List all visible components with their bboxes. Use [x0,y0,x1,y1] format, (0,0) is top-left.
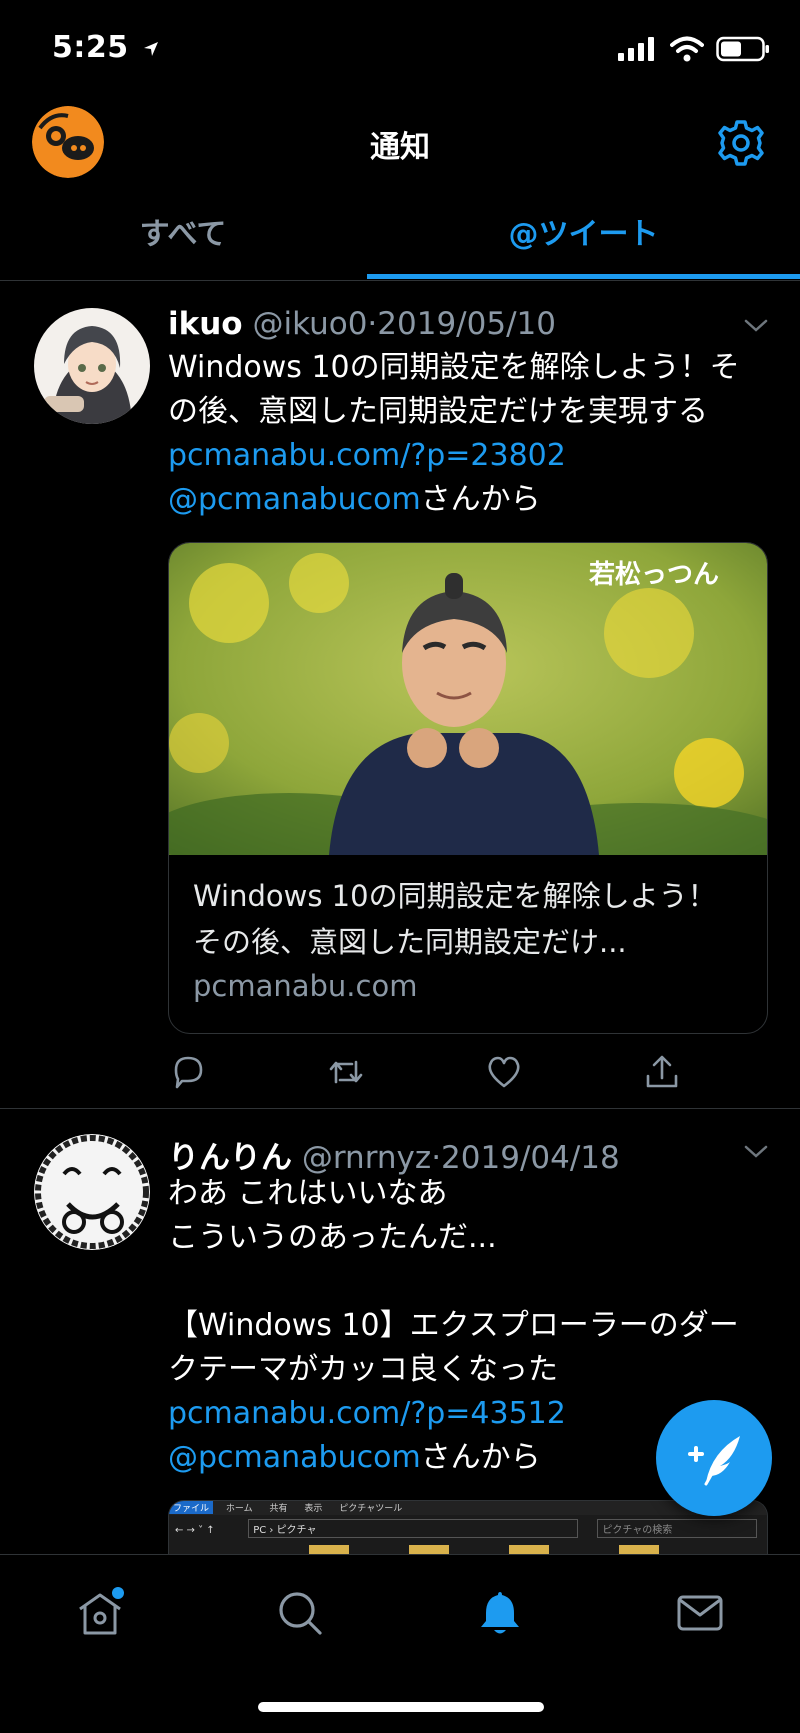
chevron-down-icon[interactable] [742,316,770,336]
link-card-title: Windows 10の同期設定を解除しよう！その後、意図した同期設定だけ... [193,879,717,959]
compose-tweet-button[interactable] [656,1400,772,1516]
tweet-header: りんりん @rnrnyz·2019/04/18 [168,1132,620,1177]
location-arrow-icon [143,41,158,56]
tweet-link[interactable]: pcmanabu.com/?p=23802 [168,438,566,473]
link-card[interactable]: 若松っつん Windows 10の同期設定を解除しよう！その後、意図した同期設定… [168,542,768,1034]
preview-ribbon-tab: ファイル [169,1501,214,1514]
tweet-text-main: わあ これはいいなあ こういうのあったんだ... 【Windows 10】エクス… [168,1176,739,1387]
tweet-text: Windows 10の同期設定を解除しよう！その後、意図した同期設定だけを実現す… [168,346,768,522]
tweet-text-suffix: さんから [420,482,541,517]
like-icon[interactable] [484,1052,524,1092]
tweet-actions [168,1052,728,1096]
tab-all[interactable]: すべて [0,212,366,272]
tweet-text-suffix: さんから [420,1440,541,1475]
tweet-author-handle[interactable]: @rnrnyz [302,1140,431,1176]
tweet-date: 2019/04/18 [441,1140,620,1176]
bell-icon[interactable] [474,1587,526,1639]
status-icons [618,36,770,62]
tweet-text-main: Windows 10の同期設定を解除しよう！その後、意図した同期設定だけを実現す… [168,350,740,429]
status-time-text: 5:25 [52,30,129,65]
tweet-author-avatar[interactable] [34,308,150,424]
battery-icon [716,36,769,62]
chevron-down-icon[interactable] [742,1142,770,1162]
preview-ribbon-tab: 表示 [304,1504,323,1514]
retweet-icon[interactable] [326,1052,366,1092]
link-card-domain: pcmanabu.com [193,969,418,1003]
meta-separator: · [431,1140,442,1176]
tweet-author-name[interactable]: ikuo [168,306,243,342]
tweet-author-handle[interactable]: @ikuo0 [252,306,367,342]
link-card-image-caption: 若松っつん [589,560,719,590]
tweet-author-avatar[interactable] [34,1134,150,1250]
preview-ribbon-tab: 共有 [269,1504,288,1514]
mail-icon[interactable] [674,1587,726,1639]
home-indicator[interactable] [258,1702,544,1712]
preview-ribbon-tab: ピクチャツール [339,1504,403,1514]
reply-icon[interactable] [168,1052,208,1092]
tweet-divider [0,1108,800,1109]
tab-active-indicator [367,274,800,279]
tab-mentions[interactable]: @ツイート [367,212,800,272]
tweet-author-name[interactable]: りんりん [168,1140,292,1176]
compose-icon [688,1436,740,1486]
tweet-date: 2019/05/10 [377,306,556,342]
search-icon[interactable] [274,1587,326,1639]
signal-icon [618,37,654,61]
preview-ribbon-tab: ホーム [225,1504,253,1514]
share-icon[interactable] [642,1052,682,1092]
tweet-header: ikuo @ikuo0·2019/05/10 [168,306,556,342]
home-icon[interactable] [74,1587,126,1639]
meta-separator: · [367,306,378,342]
wifi-icon [670,36,704,62]
tweet-link[interactable]: pcmanabu.com/?p=43512 [168,1396,566,1431]
tweet-mention[interactable]: @pcmanabucom [168,1440,421,1475]
tab-divider [0,280,800,281]
preview-search: ピクチャの検索 [597,1519,758,1538]
preview-path: PC › ピクチャ [248,1519,579,1538]
tweet-mention[interactable]: @pcmanabucom [168,482,421,517]
gear-icon[interactable] [716,118,766,168]
preview-address-bar: ← → ˅ ↑ PC › ピクチャ ピクチャの検索 [175,1519,761,1539]
link-card-image: 若松っつん [169,543,767,855]
status-time: 5:25 [52,30,160,65]
page-title: 通知 [370,130,430,165]
